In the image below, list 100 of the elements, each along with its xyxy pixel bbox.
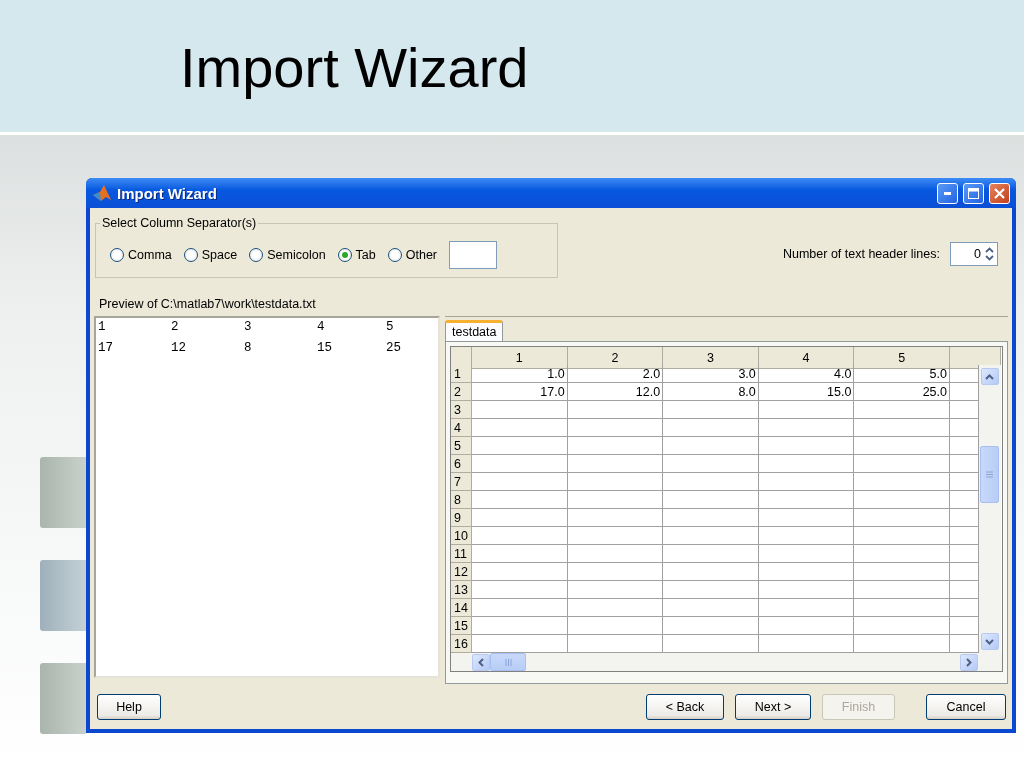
empty-cell (949, 617, 979, 635)
preview-title: Preview of C:\matlab7\work\testdata.txt (98, 296, 317, 313)
radio-button[interactable] (249, 247, 264, 262)
radio-option[interactable]: Tab (337, 247, 382, 262)
back-button[interactable]: < Back (646, 693, 724, 720)
close-icon (994, 187, 1005, 199)
empty-cell (949, 563, 979, 581)
row-header: 8 (451, 491, 472, 509)
close-button[interactable] (989, 182, 1010, 204)
row-header: 10 (451, 527, 472, 545)
scroll-up-button[interactable] (980, 368, 999, 385)
chevron-right-icon (966, 657, 972, 667)
column-header: 5 (854, 347, 950, 369)
empty-cell (949, 599, 979, 617)
column-header: 2 (567, 347, 664, 369)
radio-option[interactable]: Semicolon (249, 247, 332, 262)
empty-cell (949, 455, 979, 473)
row-header: 2 (451, 383, 472, 401)
table-cell: 5.0 (854, 365, 950, 383)
empty-cell (949, 473, 979, 491)
chevron-up-icon (985, 373, 995, 380)
next-button[interactable]: Next > (735, 693, 811, 720)
decor-block (40, 663, 86, 734)
minimize-button[interactable] (937, 182, 958, 204)
preview-value: 17 (98, 341, 114, 357)
row-header: 5 (451, 437, 472, 455)
row-header: 15 (451, 617, 472, 635)
radio-button[interactable] (337, 247, 352, 262)
scroll-right-button[interactable] (960, 653, 978, 671)
scroll-thumb[interactable] (980, 445, 1000, 503)
header-lines-spinner[interactable]: 0 (950, 242, 998, 266)
table-cell: 12.0 (567, 383, 664, 401)
radio-button[interactable] (387, 247, 402, 262)
row-header: 7 (451, 473, 472, 491)
empty-cell (949, 509, 979, 527)
row-header: 11 (451, 545, 472, 563)
group-title: Select Column Separator(s) (101, 216, 258, 230)
scroll-left-button[interactable] (472, 653, 490, 671)
preview-value: 25 (386, 341, 402, 357)
preview-value: 12 (171, 341, 187, 357)
row-header: 16 (451, 635, 472, 653)
other-separator-field[interactable] (449, 240, 497, 269)
empty-cell (949, 419, 979, 437)
row-header: 12 (451, 563, 472, 581)
app-logo-icon (92, 184, 112, 202)
row-header: 4 (451, 419, 472, 437)
maximize-button[interactable] (963, 182, 984, 204)
window-title: Import Wizard (117, 184, 218, 202)
empty-cell (949, 365, 979, 383)
preview-value: 4 (317, 320, 326, 336)
empty-cell (949, 437, 979, 455)
decor-block (40, 560, 86, 631)
radio-option[interactable]: Space (183, 247, 244, 262)
cancel-button[interactable]: Cancel (926, 693, 1006, 720)
scroll-down-button[interactable] (980, 633, 999, 650)
table-cell: 8.0 (663, 383, 759, 401)
minimize-icon (944, 191, 951, 195)
preview-value: 1 (98, 320, 107, 336)
decor-block (40, 457, 86, 528)
row-header: 13 (451, 581, 472, 599)
empty-cell (949, 401, 979, 419)
table-cell: 3.0 (663, 365, 759, 383)
radio-option[interactable]: Comma (110, 247, 178, 262)
table-cell: 17.0 (472, 383, 568, 401)
column-header: 1 (472, 347, 568, 369)
preview-value: 3 (244, 320, 253, 336)
grip-icon (986, 470, 994, 478)
row-header: 3 (451, 401, 472, 419)
empty-cell (949, 545, 979, 563)
preview-value: 5 (386, 320, 395, 336)
row-header: 14 (451, 599, 472, 617)
empty-cell (949, 383, 979, 401)
table-cell: 15.0 (758, 383, 855, 401)
empty-cell (949, 491, 979, 509)
scroll-thumb[interactable] (490, 653, 526, 671)
table-cell: 4.0 (758, 365, 855, 383)
header-lines-label: Number of text header lines: (782, 247, 940, 261)
table-cell: 25.0 (854, 383, 950, 401)
table-cell: 1.0 (472, 365, 568, 383)
column-header: 3 (663, 347, 759, 369)
column-header: 4 (758, 347, 855, 369)
up-down-arrows-icon (984, 246, 995, 262)
chevron-down-icon (985, 638, 995, 645)
table-cell: 2.0 (567, 365, 664, 383)
help-button[interactable]: Help (97, 693, 161, 720)
radio-button[interactable] (183, 247, 198, 262)
empty-cell (949, 527, 979, 545)
empty-cell (949, 581, 979, 599)
maximize-icon (968, 187, 979, 199)
radio-button[interactable] (110, 247, 124, 262)
chevron-left-icon (478, 657, 484, 667)
row-header: 6 (451, 455, 472, 473)
preview-value: 15 (317, 341, 333, 357)
radio-option[interactable]: Other (387, 247, 443, 262)
row-header: 9 (451, 509, 472, 527)
sheet-tab[interactable]: testdata (445, 320, 504, 341)
preview-value: 2 (171, 320, 180, 336)
preview-value: 8 (244, 341, 253, 357)
row-header: 1 (451, 365, 472, 383)
grip-icon (504, 658, 512, 666)
